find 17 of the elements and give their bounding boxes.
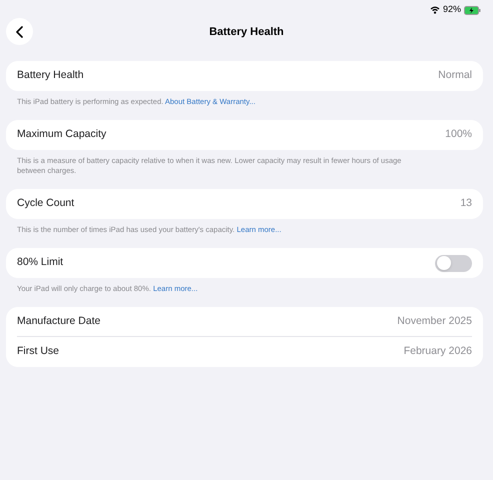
row-value: Normal (438, 68, 472, 84)
back-button[interactable] (6, 18, 33, 45)
row-value: 13 (460, 196, 472, 212)
row-value: 100% (445, 127, 472, 142)
row-label: Cycle Count (17, 196, 74, 212)
toggle-switch[interactable] (435, 254, 472, 272)
battery-percent: 92% (442, 3, 461, 16)
row-value: February 2026 (404, 344, 472, 360)
row-label: Maximum Capacity (17, 127, 106, 142)
page-title: Battery Health (209, 24, 284, 40)
row-label: 80% Limit (17, 255, 64, 270)
wifi-icon (430, 6, 440, 14)
row-value: November 2025 (397, 314, 472, 329)
row-label: Battery Health (17, 68, 84, 84)
row-label: First Use (17, 344, 59, 360)
row-label: Manufacture Date (17, 314, 100, 329)
back-chevron-icon (16, 26, 23, 38)
